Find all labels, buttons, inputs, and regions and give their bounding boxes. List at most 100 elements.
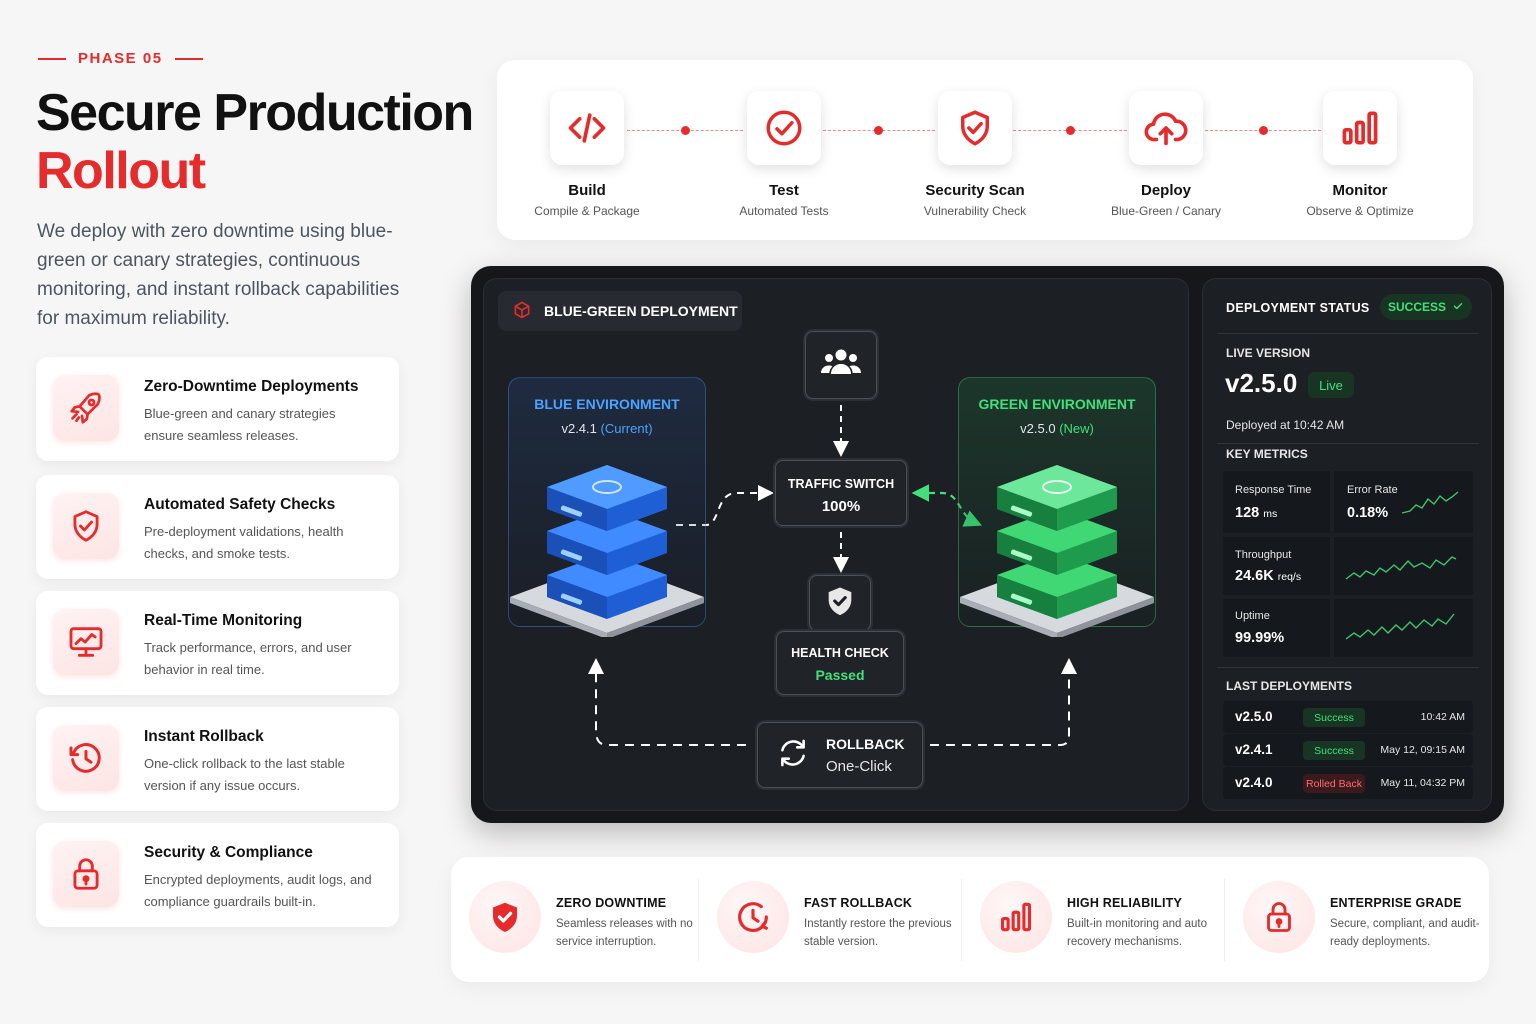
pipeline-stage-security-scan[interactable]: Security Scan Vulnerability Check [900,60,1050,218]
pipeline-stage-deploy[interactable]: Deploy Blue-Green / Canary [1091,60,1241,218]
status-title: DEPLOYMENT STATUS [1226,301,1370,315]
live-badge: Live [1308,372,1354,398]
feature-title: Automated Safety Checks [144,496,336,513]
traffic-switch-node[interactable]: TRAFFIC SWITCH 100% [775,460,907,526]
metric-label: Uptime [1235,610,1270,622]
metric-value: 24.6K req/s [1235,568,1301,584]
throughput-sparkline [1345,556,1457,580]
metric-value: 128 ms [1235,505,1277,521]
feature-card-safety-checks: Automated Safety Checks Pre-deployment v… [36,475,399,579]
metric-uptime: Uptime 99.99% [1223,599,1330,657]
stage-name: Security Scan [925,182,1025,199]
benefit-high-reliability: HIGH RELIABILITY Built-in monitoring and… [962,857,1224,982]
shield-check-icon [53,493,119,559]
rollback-value: One-Click [826,757,892,775]
green-server-stack-icon [960,465,1154,637]
check-icon [1452,300,1464,315]
status-badge-label: SUCCESS [1387,300,1446,314]
metric-throughput: Throughput 24.6K req/s [1223,537,1330,595]
stage-sub: Automated Tests [739,204,829,218]
benefit-desc: Built-in monitoring and auto recovery me… [1067,918,1207,948]
green-env-version: v2.5.0 (New) [959,421,1155,436]
feature-title: Security & Compliance [144,844,313,861]
green-version: v2.5.0 [1020,421,1056,436]
metric-value: 0.18% [1347,505,1389,521]
deployment-row[interactable]: v2.5.0 Success 10:42 AM [1223,701,1473,733]
stage-sub: Compile & Package [534,204,640,218]
monitor-chart-icon [53,609,119,675]
deploy-version: v2.4.1 [1235,742,1273,757]
feature-card-security: Security & Compliance Encrypted deployme… [36,823,399,927]
pipeline-stage-test[interactable]: Test Automated Tests [709,60,859,218]
deployment-row[interactable]: v2.4.0 Rolled Back May 11, 04:32 PM [1223,767,1473,799]
feature-card-monitoring: Real-Time Monitoring Track performance, … [36,591,399,695]
traffic-switch-value: 100% [821,498,861,515]
divider [1217,667,1479,668]
stage-name: Test [769,182,799,199]
benefit-desc: Seamless releases with no service interr… [556,918,693,948]
phase-line-right [174,57,203,60]
feature-desc: Encrypted deployments, audit logs, and c… [144,872,372,909]
blue-server-stack-icon [510,465,704,637]
rollback-button[interactable]: ROLLBACK One-Click [757,722,923,788]
stage-name: Deploy [1140,182,1191,199]
deploy-status-badge: Success [1303,708,1365,727]
deploy-time: May 12, 09:15 AM [1380,744,1465,756]
stage-name: Monitor [1332,182,1388,199]
rocket-icon [53,375,119,441]
metric-value: 99.99% [1235,630,1285,646]
live-version: v2.5.0 [1225,368,1298,398]
blue-green-diagram: BLUE-GREEN DEPLOYMENT BLUE ENVIRONMENT v… [483,278,1189,811]
stage-sub: Vulnerability Check [923,204,1027,218]
metric-label: Throughput [1235,549,1292,561]
benefit-title: ENTERPRISE GRADE [1330,896,1462,910]
metric-error-rate: Error Rate 0.18% [1334,471,1473,533]
shield-check-icon [938,91,1012,165]
blue-env-title: BLUE ENVIRONMENT [534,396,680,412]
blue-version-note: (Current) [600,421,653,436]
title-line-2: Rollout [36,142,206,200]
lock-icon [1243,881,1315,953]
throughput-value: 24.6K [1235,568,1274,584]
benefit-enterprise-grade: ENTERPRISE GRADE Secure, compliant, and … [1225,857,1489,982]
deploy-status-badge: Rolled Back [1303,774,1365,793]
live-version-label: LIVE VERSION [1226,346,1311,360]
deploy-status-badge: Success [1303,741,1365,760]
benefit-desc: Instantly restore the previous stable ve… [804,918,952,948]
rollback-label: ROLLBACK [826,735,905,752]
feature-card-zero-downtime: Zero-Downtime Deployments Blue-green and… [36,357,399,461]
metric-response-time: Response Time 128 ms [1223,471,1330,533]
pipeline-dot [874,126,883,135]
cloud-upload-icon [1129,91,1203,165]
deploy-time: May 11, 04:32 PM [1380,777,1465,789]
stage-sub: Blue-Green / Canary [1110,204,1222,218]
feature-title: Zero-Downtime Deployments [144,378,359,395]
feature-desc: Track performance, errors, and user beha… [144,640,352,677]
rollback-clock-icon [53,725,119,791]
page-title: Secure Production Rollout [36,84,474,200]
shield-check-icon [469,881,541,953]
code-icon [550,91,624,165]
stage-name: Build [568,182,606,199]
feature-card-rollback: Instant Rollback One-click rollback to t… [36,707,399,811]
feature-desc: Blue-green and canary strategies ensure … [144,406,336,443]
health-check-label: HEALTH CHECK [791,646,889,660]
benefit-title: FAST ROLLBACK [804,896,913,910]
deployment-row[interactable]: v2.4.1 Success May 12, 09:15 AM [1223,734,1473,766]
stage-sub: Observe & Optimize [1306,204,1414,218]
key-metrics-label: KEY METRICS [1226,447,1308,461]
title-line-1: Secure Production [36,84,474,142]
feature-desc: One-click rollback to the last stable ve… [144,756,345,793]
benefits-bar: ZERO DOWNTIME Seamless releases with no … [451,857,1489,982]
pipeline-stage-build[interactable]: Build Compile & Package [512,60,662,218]
deploy-time: 10:42 AM [1420,711,1465,723]
refresh-icon [776,736,810,775]
health-check-node[interactable]: HEALTH CHECK Passed [776,631,904,695]
pipeline-card: Build Compile & Package Test Automated T… [497,60,1473,240]
benefit-title: HIGH RELIABILITY [1067,896,1183,910]
metric-label: Error Rate [1347,484,1398,496]
feature-title: Real-Time Monitoring [144,612,303,629]
uptime-chart [1334,599,1473,657]
feature-desc: Pre-deployment validations, health check… [144,524,344,561]
pipeline-stage-monitor[interactable]: Monitor Observe & Optimize [1285,60,1435,218]
